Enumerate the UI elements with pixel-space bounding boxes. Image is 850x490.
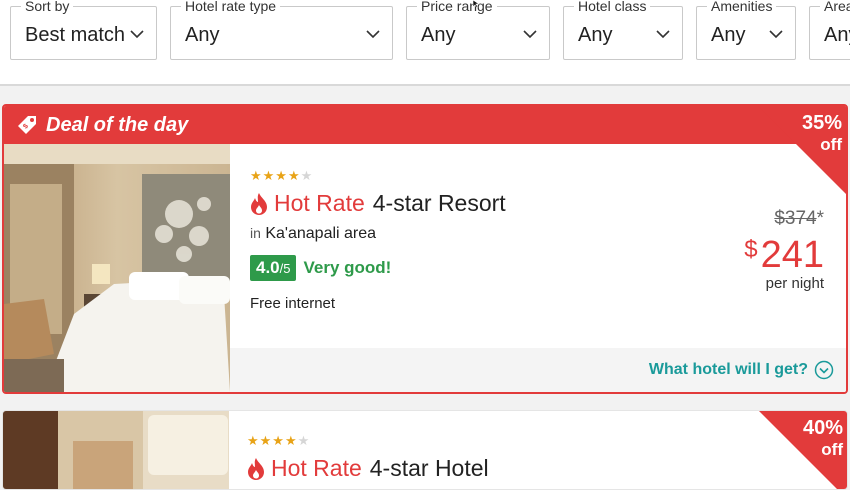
hotel-info: ★★★★★ Hot Rate 4-star Hotel bbox=[247, 433, 489, 482]
chevron-down-icon bbox=[769, 30, 783, 39]
filter-bar: Sort by Best match Hotel rate type Any P… bbox=[0, 0, 850, 86]
filter-label: Area bbox=[820, 0, 850, 14]
price-footnote-mark: * bbox=[816, 208, 824, 229]
area-name: Ka'anapali area bbox=[265, 225, 377, 242]
chevron-down-icon bbox=[366, 30, 380, 39]
hotel-area: in Ka'anapali area bbox=[250, 225, 506, 243]
deal-price: $241 bbox=[744, 230, 824, 275]
discount-percent: 40% bbox=[802, 417, 843, 439]
chevron-down-icon bbox=[130, 30, 144, 39]
filter-label: Price range bbox=[417, 0, 497, 14]
area-prefix: in bbox=[250, 225, 261, 241]
rating-badge: 4.0/5 bbox=[250, 255, 297, 281]
stars-empty: ★ bbox=[300, 168, 314, 183]
chevron-circle-icon bbox=[814, 360, 834, 380]
discount-badge: 35% off bbox=[758, 106, 846, 194]
sort-by-dropdown[interactable]: Sort by Best match bbox=[10, 0, 157, 60]
hotel-photo[interactable] bbox=[4, 144, 230, 392]
filter-value: Any bbox=[185, 24, 220, 46]
chevron-down-icon bbox=[523, 30, 537, 39]
flame-icon bbox=[248, 457, 264, 480]
price-range-dropdown[interactable]: Price range Any bbox=[406, 0, 550, 60]
hot-rate-label: Hot Rate bbox=[274, 190, 365, 216]
guest-rating: 4.0/5 Very good! bbox=[250, 255, 506, 281]
hotel-class-dropdown[interactable]: Hotel class Any bbox=[563, 0, 683, 60]
card-footer: What hotel will I get? bbox=[230, 348, 846, 392]
discount-percent: 35% bbox=[801, 112, 842, 134]
what-hotel-link-text: What hotel will I get? bbox=[648, 361, 808, 378]
discount-off: off bbox=[821, 440, 843, 459]
filter-value: Best match bbox=[25, 24, 126, 46]
what-hotel-link[interactable]: What hotel will I get? bbox=[649, 360, 834, 380]
filter-value: Any bbox=[421, 24, 456, 46]
hotel-info: ★★★★★ Hot Rate 4-star Resort in Ka'anapa… bbox=[250, 168, 506, 312]
deal-of-the-day-card[interactable]: $ Deal of the day ★★★★★ Hot Rate 4-star … bbox=[2, 104, 848, 394]
filter-label: Amenities bbox=[707, 0, 777, 14]
hotel-room-image bbox=[4, 144, 230, 392]
amenities-dropdown[interactable]: Amenities Any bbox=[696, 0, 796, 60]
chevron-down-icon bbox=[656, 30, 670, 39]
deal-header: $ Deal of the day bbox=[4, 106, 846, 144]
currency-symbol: $ bbox=[744, 236, 758, 263]
discount-badge: 40% off bbox=[759, 411, 847, 489]
star-rating: ★★★★★ bbox=[250, 168, 506, 184]
discount-off: off bbox=[820, 135, 842, 154]
rating-score: 4.0 bbox=[256, 258, 280, 277]
rating-text: Very good! bbox=[303, 258, 392, 277]
strikethrough-price: $374 bbox=[774, 208, 817, 229]
price-tag-icon: $ bbox=[18, 116, 36, 134]
filter-value: Any bbox=[711, 24, 746, 46]
flame-icon bbox=[251, 192, 267, 215]
filter-value: Any bbox=[578, 24, 613, 46]
hotel-name[interactable]: 4-star Resort bbox=[373, 190, 506, 217]
hotel-photo[interactable] bbox=[3, 411, 229, 489]
hotel-rate-type-dropdown[interactable]: Hotel rate type Any bbox=[170, 0, 393, 60]
filter-label: Hotel class bbox=[574, 0, 651, 14]
per-night-label: per night bbox=[765, 275, 824, 292]
deal-title: Deal of the day bbox=[46, 113, 189, 136]
star-rating: ★★★★★ bbox=[247, 433, 489, 449]
hotel-room-image bbox=[3, 411, 229, 489]
price-amount: 241 bbox=[760, 234, 824, 276]
stars-empty: ★ bbox=[297, 433, 311, 448]
price-block: $374* $241 per night bbox=[744, 208, 824, 292]
filter-label: Hotel rate type bbox=[181, 0, 281, 14]
amenity-free-internet: Free internet bbox=[250, 295, 336, 312]
original-price: $374* bbox=[744, 208, 824, 230]
hotel-card[interactable]: ★★★★★ Hot Rate 4-star Hotel 40% off bbox=[2, 410, 848, 490]
filter-value: Any bbox=[824, 24, 850, 46]
stars-filled: ★★★★ bbox=[250, 168, 301, 183]
rating-scale: /5 bbox=[279, 261, 291, 276]
stars-filled: ★★★★ bbox=[247, 433, 298, 448]
area-dropdown[interactable]: Area Any bbox=[809, 0, 850, 60]
filter-label: Sort by bbox=[21, 0, 74, 14]
mouse-cursor-icon bbox=[472, 0, 480, 8]
hotel-title-line: Hot Rate 4-star Resort bbox=[250, 190, 506, 217]
